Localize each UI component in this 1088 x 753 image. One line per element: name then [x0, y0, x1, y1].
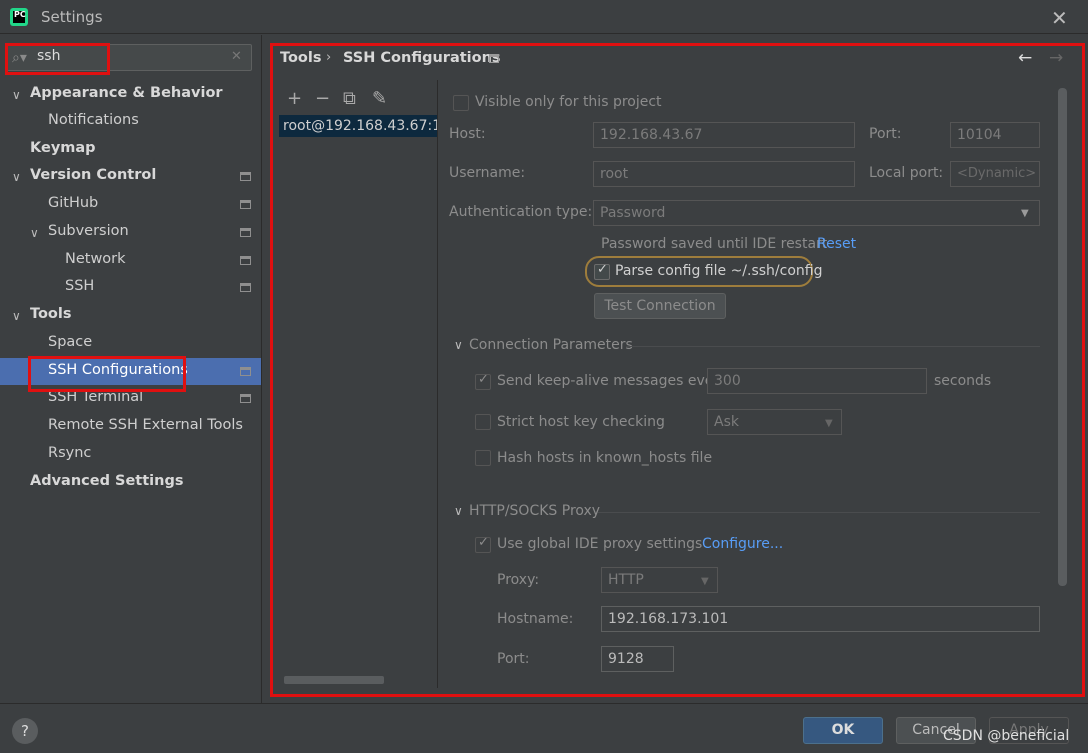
project-scope-icon — [240, 394, 251, 403]
sidebar-item-appearance[interactable]: Appearance & Behavior — [30, 80, 223, 107]
help-button[interactable]: ? — [12, 718, 38, 744]
window-title: Settings — [41, 8, 103, 26]
ok-button[interactable]: OK — [803, 717, 883, 744]
project-scope-icon — [240, 367, 251, 376]
chevron-down-icon[interactable]: ∨ — [12, 170, 21, 184]
sidebar-item-advanced-settings[interactable]: Advanced Settings — [30, 468, 183, 495]
watermark: CSDN @beneficial — [943, 728, 1070, 744]
sidebar-item-subversion[interactable]: Subversion — [48, 218, 129, 245]
project-scope-icon — [240, 200, 251, 209]
chevron-down-icon[interactable]: ∨ — [12, 88, 21, 102]
sidebar-item-keymap[interactable]: Keymap — [30, 135, 96, 162]
sidebar-item-notifications[interactable]: Notifications — [48, 107, 139, 134]
chevron-down-icon[interactable]: ∨ — [30, 226, 39, 240]
annotation-box-ssh-configurations — [28, 356, 186, 392]
sidebar-item-ssh[interactable]: SSH — [65, 273, 94, 300]
sidebar-item-rsync[interactable]: Rsync — [48, 440, 91, 467]
sidebar-item-remote-ssh-tools[interactable]: Remote SSH External Tools — [48, 412, 243, 439]
annotation-box-content — [270, 43, 1085, 697]
project-scope-icon — [240, 172, 251, 181]
chevron-down-icon[interactable]: ∨ — [12, 309, 21, 323]
pycharm-icon: PC — [10, 8, 28, 26]
clear-search-icon[interactable]: ✕ — [231, 49, 242, 64]
close-icon[interactable]: ✕ — [1051, 6, 1068, 30]
sidebar-item-github[interactable]: GitHub — [48, 190, 98, 217]
title-bar — [0, 0, 1088, 34]
project-scope-icon — [240, 283, 251, 292]
annotation-box-search — [5, 43, 110, 75]
project-scope-icon — [240, 228, 251, 237]
sidebar-item-tools[interactable]: Tools — [30, 301, 72, 328]
sidebar-item-network[interactable]: Network — [65, 246, 126, 273]
sidebar-item-space[interactable]: Space — [48, 329, 92, 356]
sidebar-item-version-control[interactable]: Version Control — [30, 162, 156, 189]
project-scope-icon — [240, 256, 251, 265]
